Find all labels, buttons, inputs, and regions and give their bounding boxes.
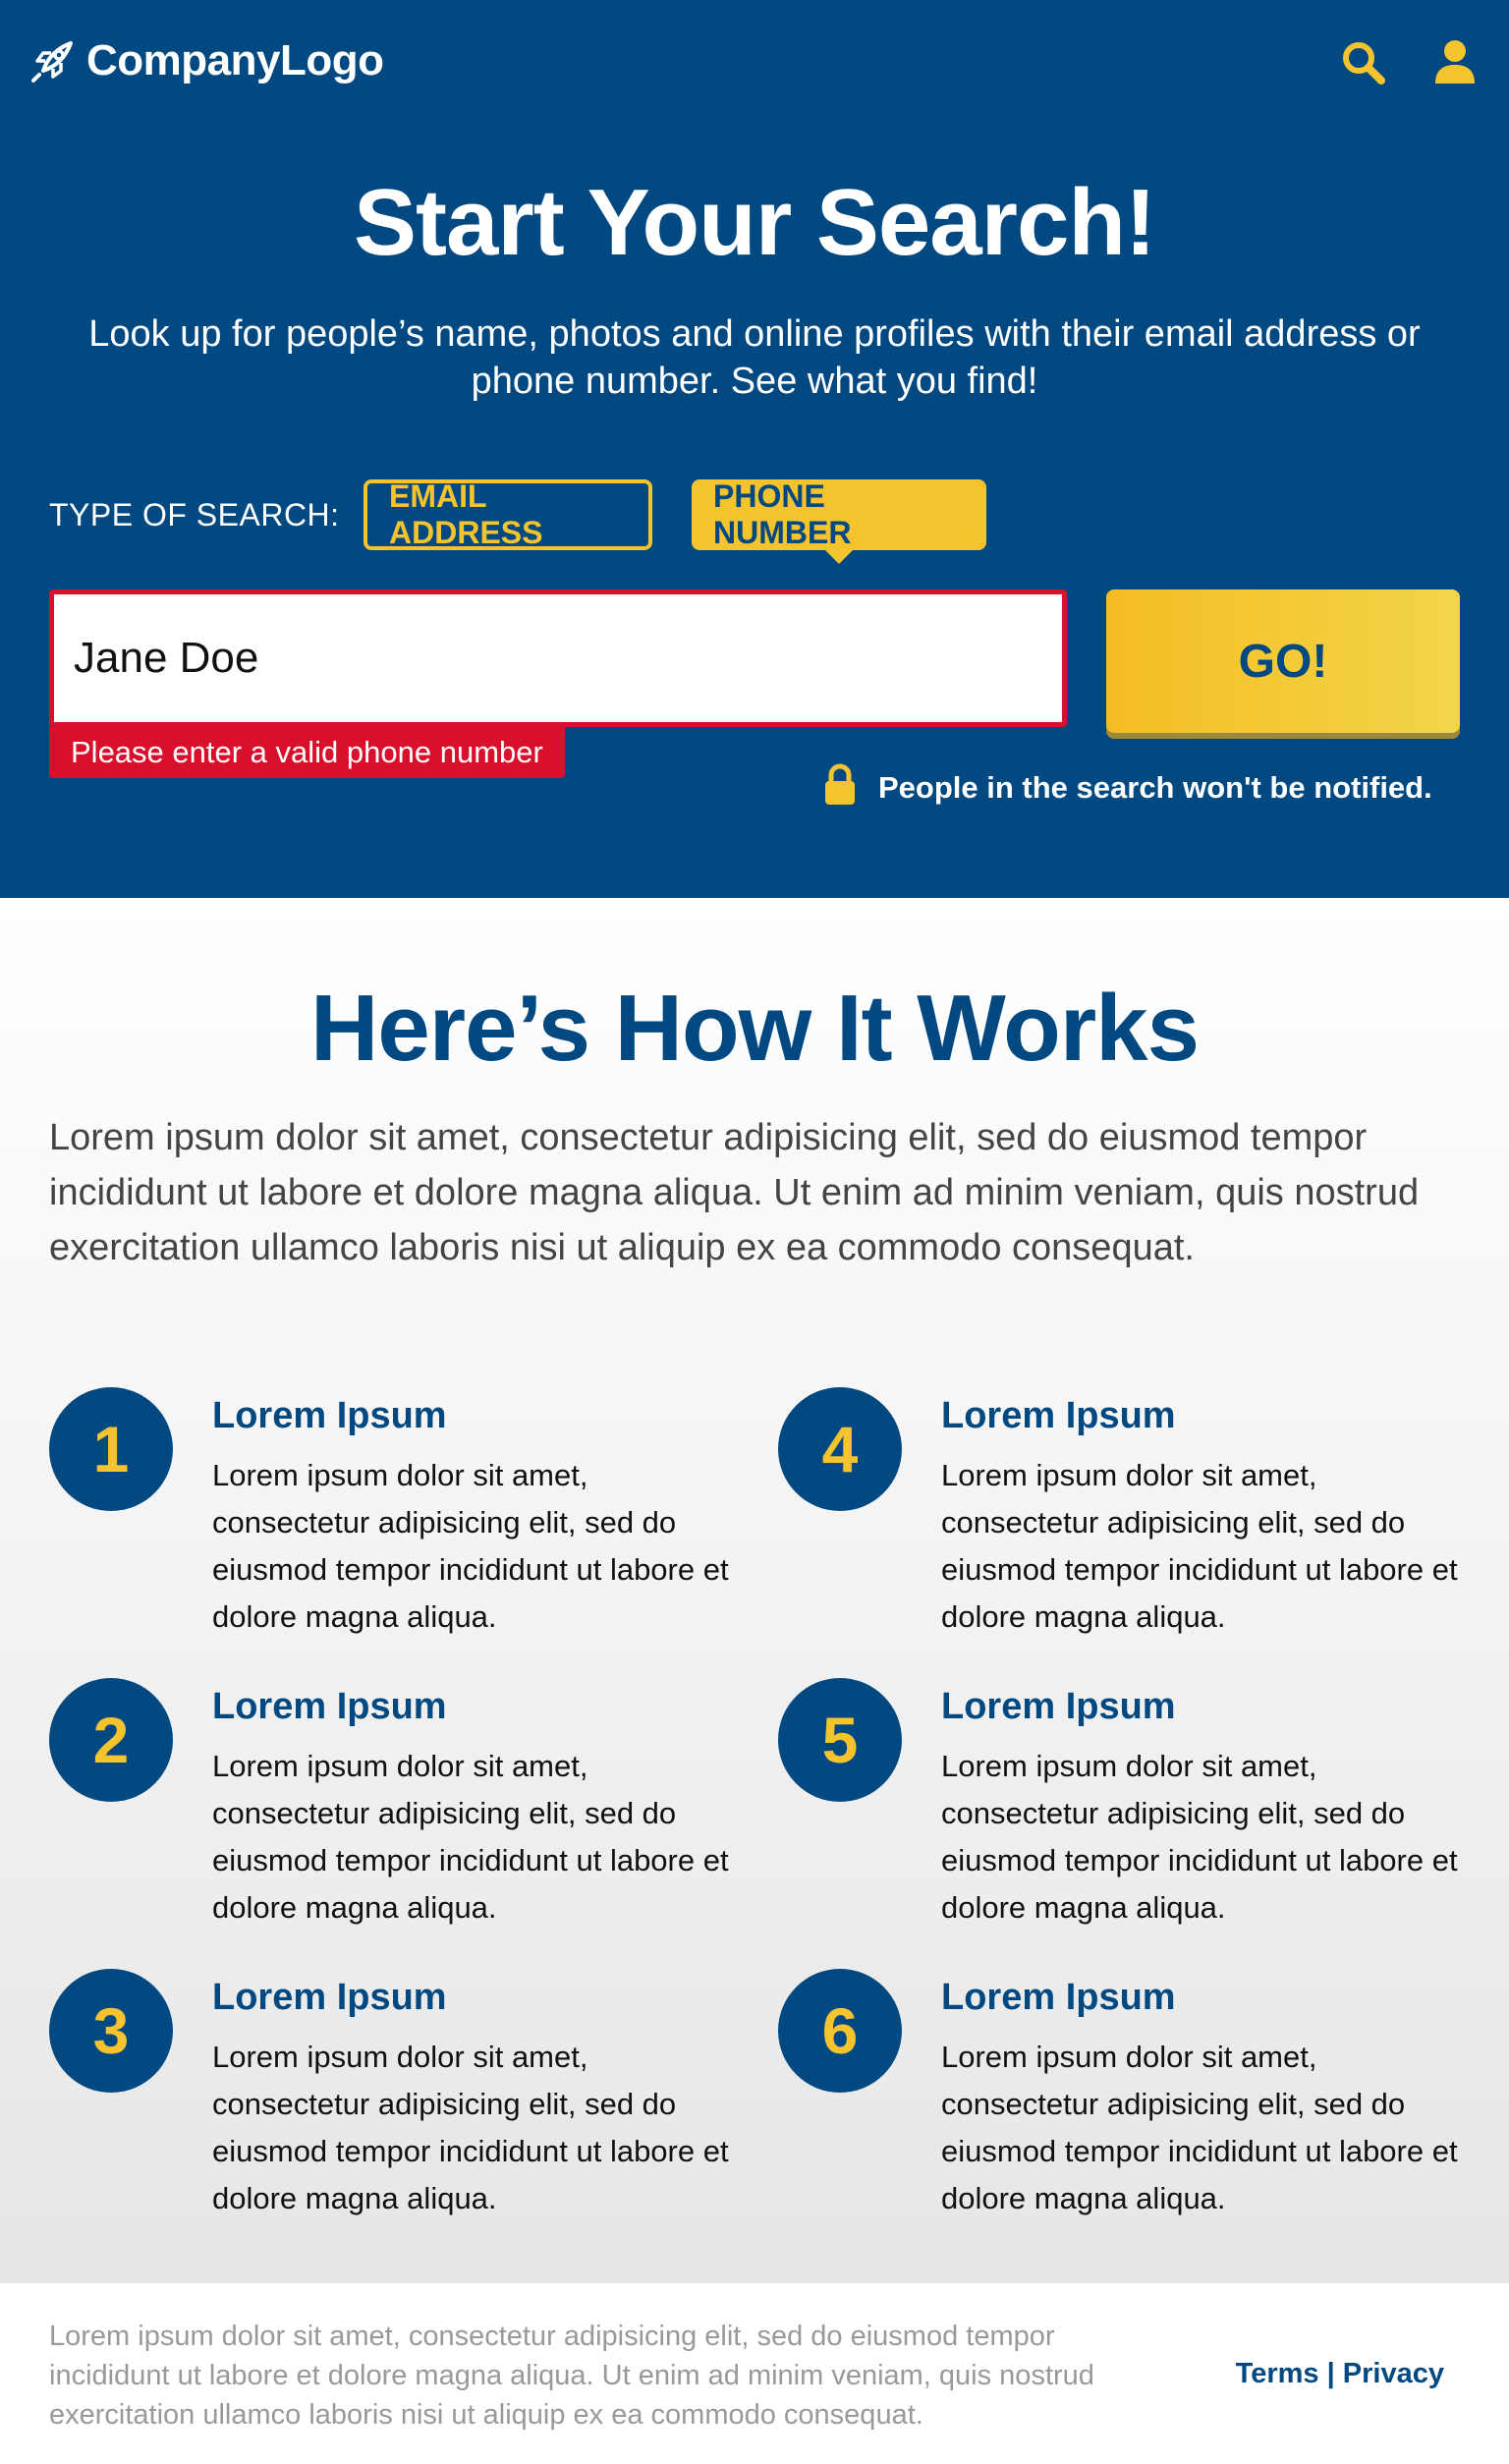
hero-section: CompanyLogo Start Your Search! Look up f… (0, 0, 1509, 898)
footer: Lorem ipsum dolor sit amet, consectetur … (0, 2283, 1509, 2464)
rocket-icon (28, 35, 79, 86)
company-logo[interactable]: CompanyLogo (28, 35, 384, 86)
privacy-note-text: People in the search won't be notified. (878, 770, 1432, 805)
steps-grid: 1 Lorem Ipsum Lorem ipsum dolor sit amet… (0, 898, 1509, 2283)
step-title: Lorem Ipsum (941, 1977, 1176, 2018)
step-text: Lorem ipsum dolor sit amet, consectetur … (212, 1458, 729, 1634)
step-title: Lorem Ipsum (941, 1395, 1176, 1436)
privacy-link[interactable]: Privacy (1343, 2358, 1444, 2389)
step-1: 1 Lorem Ipsum Lorem ipsum dolor sit amet… (49, 1387, 737, 1643)
page-title: Start Your Search! (353, 170, 1156, 275)
error-message: Please enter a valid phone number (49, 727, 565, 778)
user-icon[interactable] (1430, 37, 1480, 86)
header-actions (1338, 37, 1480, 86)
step-number: 3 (49, 1969, 173, 2093)
step-text: Lorem ipsum dolor sit amet, consectetur … (212, 2040, 729, 2215)
phone-number-option[interactable]: PHONE NUMBER (692, 478, 986, 564)
step-number: 2 (49, 1678, 173, 1802)
step-number: 1 (49, 1387, 173, 1511)
step-number: 5 (778, 1678, 902, 1802)
footer-text: Lorem ipsum dolor sit amet, consectetur … (49, 2321, 1094, 2431)
step-text: Lorem ipsum dolor sit amet, consectetur … (941, 1458, 1458, 1634)
go-button[interactable]: GO! (1106, 589, 1460, 733)
lock-icon (823, 762, 857, 813)
step-title: Lorem Ipsum (212, 1395, 447, 1436)
step-2: 2 Lorem Ipsum Lorem ipsum dolor sit amet… (49, 1678, 737, 1933)
terms-link[interactable]: Terms (1236, 2358, 1319, 2389)
logo-text: CompanyLogo (86, 36, 384, 84)
step-number: 6 (778, 1969, 902, 2093)
step-text: Lorem ipsum dolor sit amet, consectetur … (941, 2040, 1458, 2215)
step-6: 6 Lorem Ipsum Lorem ipsum dolor sit amet… (778, 1969, 1466, 2224)
search-icon[interactable] (1338, 37, 1387, 86)
step-title: Lorem Ipsum (212, 1977, 447, 2018)
search-input-wrapper (49, 589, 1067, 727)
step-number: 4 (778, 1387, 902, 1511)
search-type-selector: TYPE OF SEARCH: EMAIL ADDRESS PHONE NUMB… (49, 478, 986, 564)
step-title: Lorem Ipsum (212, 1686, 447, 1727)
email-address-option[interactable]: EMAIL ADDRESS (363, 478, 652, 550)
footer-links: Terms | Privacy (1236, 2358, 1444, 2390)
search-type-label: TYPE OF SEARCH: (49, 496, 340, 532)
step-text: Lorem ipsum dolor sit amet, consectetur … (212, 1749, 729, 1925)
step-3: 3 Lorem Ipsum Lorem ipsum dolor sit amet… (49, 1969, 737, 2224)
step-5: 5 Lorem Ipsum Lorem ipsum dolor sit amet… (778, 1678, 1466, 1933)
privacy-note: People in the search won't be notified. (823, 762, 1432, 813)
search-input[interactable] (54, 594, 1062, 722)
step-title: Lorem Ipsum (941, 1686, 1176, 1727)
step-text: Lorem ipsum dolor sit amet, consectetur … (941, 1749, 1458, 1925)
footer-link-separator: | (1318, 2358, 1343, 2389)
how-it-works-section: Here’s How It Works Lorem ipsum dolor si… (0, 898, 1509, 2283)
hero-subtitle: Look up for people’s name, photos and on… (88, 313, 1421, 402)
step-4: 4 Lorem Ipsum Lorem ipsum dolor sit amet… (778, 1387, 1466, 1643)
